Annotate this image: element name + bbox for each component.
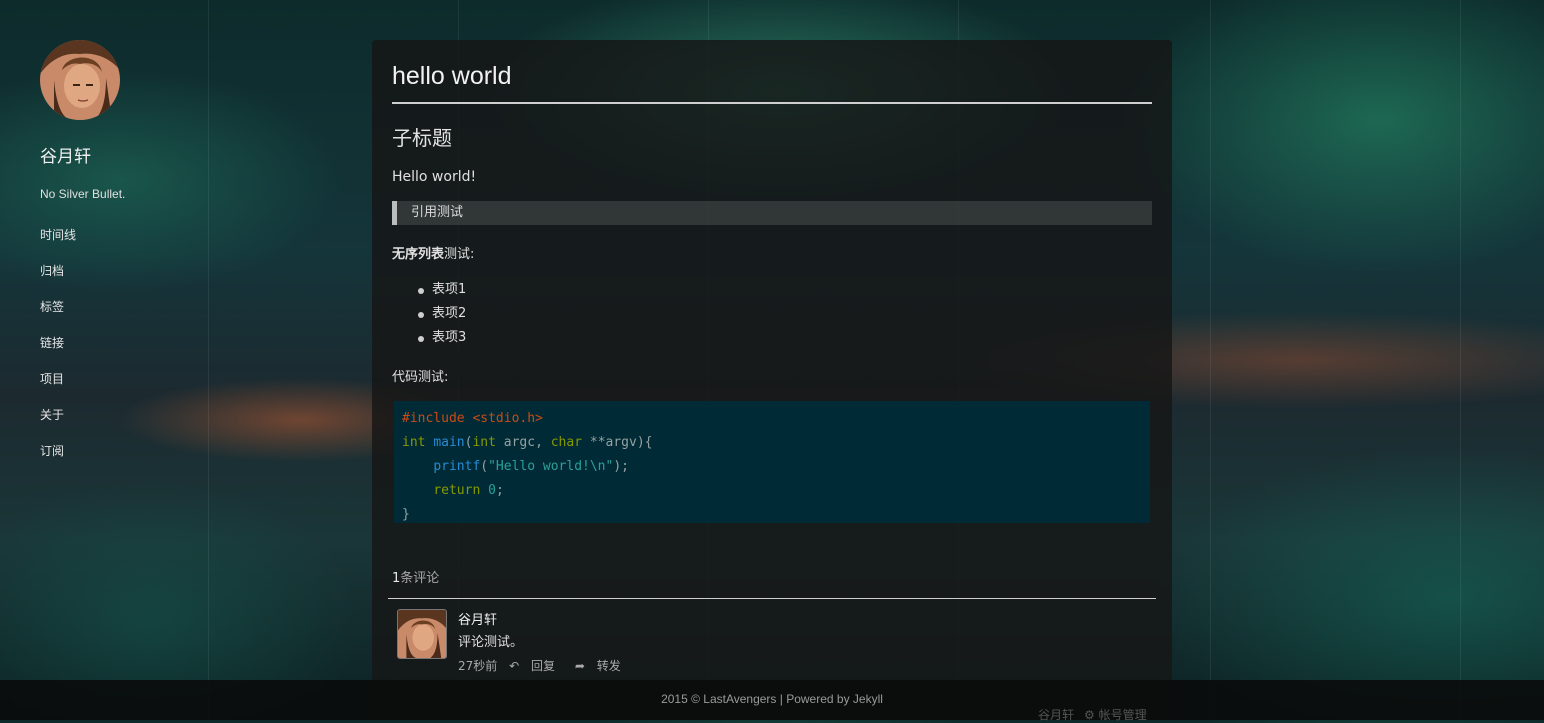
list-heading: 无序列表测试:: [392, 243, 1152, 262]
avatar-image: [40, 40, 120, 120]
list-heading-rest: 测试:: [444, 247, 475, 262]
avatar-image: [398, 610, 446, 658]
bg-grid-line: [208, 0, 209, 720]
nav-item-archive[interactable]: 归档: [40, 263, 200, 299]
comment-author[interactable]: 谷月轩: [458, 609, 497, 628]
list-item: 表项2: [418, 302, 1152, 326]
reply-icon: ↶: [509, 659, 520, 673]
share-button[interactable]: ➦ 转发: [575, 659, 629, 673]
code-block: #include <stdio.h> int main(int argc, cha…: [394, 401, 1150, 523]
site-avatar[interactable]: [40, 40, 120, 120]
comment-text: 评论测试。: [458, 635, 524, 650]
code-label: 代码测试:: [392, 370, 449, 385]
nav-item-subscribe[interactable]: 订阅: [40, 443, 200, 479]
comment-meta: 27秒前 ↶ 回复 ➦ 转发: [458, 657, 637, 674]
nav-item-tags[interactable]: 标签: [40, 299, 200, 335]
site-motto: No Silver Bullet.: [40, 187, 126, 201]
site-name[interactable]: 谷月轩: [40, 142, 200, 167]
code-line-3: printf("Hello world!\n");: [433, 459, 629, 474]
share-icon: ➦: [574, 659, 585, 673]
account-manage-link[interactable]: ⚙ 帐号管理: [1084, 706, 1147, 723]
code-line-4: return 0;: [433, 483, 504, 498]
comment-avatar[interactable]: [397, 609, 447, 659]
sidebar: 谷月轩 No Silver Bullet. 时间线 归档 标签 链接 项目 关于…: [40, 40, 200, 479]
post-paragraph: Hello world!: [392, 169, 477, 185]
comment-time: 27秒前: [458, 659, 498, 673]
post-panel: hello world 子标题 Hello world! 引用测试 无序列表测试…: [372, 40, 1172, 720]
unordered-list: 表项1 表项2 表项3: [392, 278, 1152, 350]
comment-item: 谷月轩 评论测试。 27秒前 ↶ 回复 ➦ 转发: [392, 609, 1152, 673]
comments-count: 1条评论: [392, 571, 440, 586]
code-line-1: #include <stdio.h>: [402, 411, 543, 426]
footer: 2015 © LastAvengers | Powered by Jekyll …: [0, 680, 1544, 723]
footer-text: 2015 © LastAvengers | Powered by Jekyll: [661, 692, 883, 706]
post-subtitle: 子标题: [392, 126, 452, 150]
code-line-2: int main(int argc, char **argv){: [402, 435, 653, 450]
blockquote: 引用测试: [392, 201, 1152, 225]
comments-divider: [388, 598, 1156, 599]
bg-grid-line: [1460, 0, 1461, 720]
footer-user[interactable]: 谷月轩: [1038, 706, 1074, 723]
code-line-5: }: [402, 507, 410, 522]
nav-item-projects[interactable]: 项目: [40, 371, 200, 407]
list-item: 表项1: [418, 278, 1152, 302]
nav-item-links[interactable]: 链接: [40, 335, 200, 371]
list-item: 表项3: [418, 326, 1152, 350]
post-title: hello world: [392, 40, 1152, 104]
sidebar-nav: 时间线 归档 标签 链接 项目 关于 订阅: [40, 227, 200, 479]
nav-item-about[interactable]: 关于: [40, 407, 200, 443]
nav-item-timeline[interactable]: 时间线: [40, 227, 200, 263]
list-heading-bold: 无序列表: [392, 247, 445, 262]
bg-grid-line: [1210, 0, 1211, 720]
reply-button[interactable]: ↶ 回复: [509, 659, 563, 673]
